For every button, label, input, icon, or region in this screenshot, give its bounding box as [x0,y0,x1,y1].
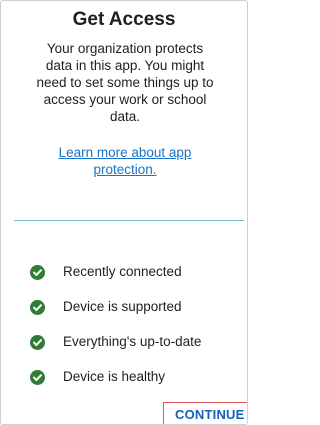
learn-more-line[interactable]: Learn more about app [9,144,241,161]
check-item-device-supported: Device is supported [30,298,182,316]
check-label: Everything's up-to-date [63,334,202,349]
check-circle-icon [30,369,45,385]
description-line: data. [109,109,141,124]
learn-more-line[interactable]: protection. [9,161,241,178]
check-label: Device is supported [63,299,182,314]
check-circle-icon [30,299,45,315]
check-label: Recently connected [63,264,182,279]
description-line: data in this app. You might [45,58,205,73]
check-label: Device is healthy [63,369,166,384]
description-line: need to set some things up to [36,75,214,90]
check-circle-icon [30,264,45,280]
page-title: Get Access [72,9,176,30]
check-item-recently-connected: Recently connected [30,263,182,281]
check-circle-icon [30,334,45,350]
get-access-screen: Get Access Your organization protects da… [0,0,248,425]
section-divider [14,220,244,221]
continue-button[interactable]: CONTINUE [163,402,247,424]
description-text: Your organization protects data in this … [9,40,241,125]
description-line: Your organization protects [46,41,204,56]
description-line: access your work or school [43,92,207,107]
check-item-device-healthy: Device is healthy [30,368,165,386]
check-item-up-to-date: Everything's up-to-date [30,333,201,351]
learn-more-link[interactable]: Learn more about app protection. [9,144,241,178]
